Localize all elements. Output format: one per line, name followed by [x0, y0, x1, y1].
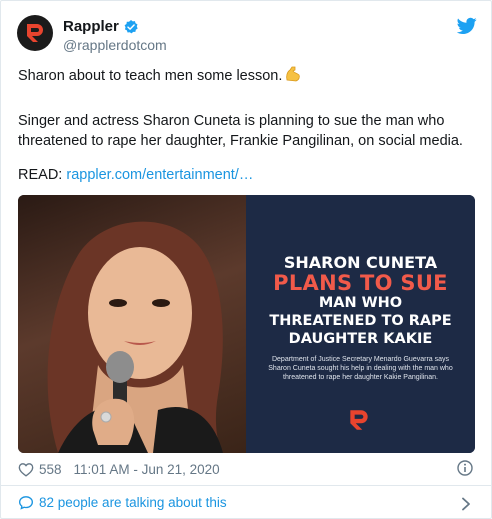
headline-panel: SHARON CUNETA PLANS TO SUE MAN WHO THREA…: [246, 195, 475, 453]
tweet-header: Rappler @rapplerdotcom: [17, 15, 479, 55]
tweet-read-line: READ: rappler.com/entertainment/…: [18, 165, 253, 185]
twitter-bird-icon[interactable]: [457, 17, 477, 35]
info-icon[interactable]: [457, 460, 473, 476]
tweet-card: Rappler @rapplerdotcom Sharon about to t…: [0, 0, 492, 519]
name-row: Rappler: [63, 18, 139, 35]
tweet-text-body: Singer and actress Sharon Cuneta is plan…: [18, 113, 463, 149]
headline-line-2: PLANS TO SUE: [273, 271, 448, 295]
article-link[interactable]: rappler.com/entertainment/…: [66, 167, 253, 183]
heart-icon[interactable]: [18, 462, 34, 477]
headline-caption: Department of Justice Secretary Menardo …: [268, 356, 453, 381]
tweet-timestamp[interactable]: 11:01 AM - Jun 21, 2020: [74, 462, 220, 477]
headline-line-1: SHARON CUNETA: [283, 253, 438, 272]
chevron-right-icon[interactable]: [461, 497, 471, 511]
flexed-biceps-emoji-icon: [286, 66, 301, 82]
account-name[interactable]: Rappler: [63, 18, 119, 35]
verified-badge-icon: [124, 19, 138, 33]
headline-line-4: THREATENED TO RAPE: [269, 313, 452, 329]
tweet-media-image[interactable]: SHARON CUNETA PLANS TO SUE MAN WHO THREA…: [18, 195, 475, 453]
portrait-illustration: [47, 221, 223, 453]
speech-bubble-icon: [18, 496, 34, 510]
like-count[interactable]: 558: [39, 462, 62, 477]
headline-line-3: MAN WHO: [318, 295, 403, 311]
tweet-text-line1: Sharon about to teach men some lesson.: [18, 65, 302, 86]
tweet-line1: Sharon about to teach men some lesson.: [18, 68, 283, 84]
conversation-link[interactable]: 82 people are talking about this: [18, 495, 227, 510]
divider: [1, 485, 491, 486]
read-label: READ:: [18, 167, 63, 183]
rappler-logo-icon: [350, 410, 368, 430]
tweet-meta: 558 11:01 AM - Jun 21, 2020: [18, 459, 220, 479]
rappler-logo-icon: [27, 24, 43, 42]
avatar[interactable]: [17, 15, 53, 51]
conversation-label: 82 people are talking about this: [39, 495, 227, 510]
headline-line-5: DAUGHTER KAKIE: [288, 331, 433, 347]
account-handle[interactable]: @rapplerdotcom: [63, 37, 167, 53]
photo-sharon-cuneta: [18, 195, 246, 453]
